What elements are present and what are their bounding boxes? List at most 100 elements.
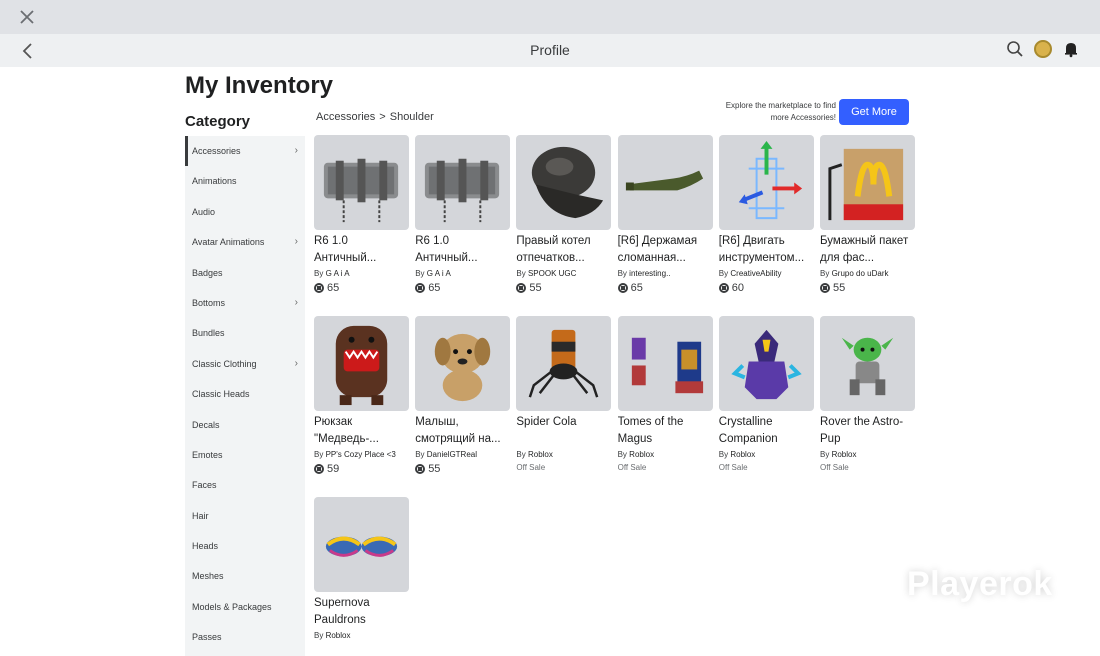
item-card[interactable]: Spider Cola By Roblox Off Sale — [516, 316, 612, 472]
search-icon[interactable] — [1006, 40, 1024, 58]
item-offsale: Off Sale — [516, 463, 546, 472]
bell-icon[interactable] — [1062, 40, 1080, 58]
item-creator-name[interactable]: DanielGTReal — [427, 450, 477, 459]
item-price: 55 — [415, 463, 510, 475]
breadcrumb: Accessories > Shoulder — [316, 111, 434, 123]
item-price-value: 60 — [731, 282, 745, 294]
sidebar-item[interactable]: Meshes — [185, 561, 305, 591]
belt-icon[interactable] — [314, 135, 409, 230]
item-price-value: 59 — [327, 463, 340, 475]
item-price-value: 65 — [428, 282, 441, 294]
item-name[interactable]: [R6] Двигать инструментом... — [719, 233, 814, 266]
item-creator-name[interactable]: Roblox — [326, 631, 351, 640]
category-heading: Category — [185, 113, 251, 130]
sidebar-item-label: Meshes — [192, 571, 224, 582]
item-name[interactable]: Бумажный пакет для фас... — [820, 233, 915, 266]
item-card[interactable]: [R6] Двигать инструментом... By CreativeA… — [718, 135, 814, 294]
item-name[interactable]: Crystalline Companion — [719, 414, 814, 447]
move-tool-icon[interactable] — [718, 135, 814, 230]
sidebar-item[interactable]: Faces — [185, 470, 305, 500]
bottle-icon[interactable] — [617, 135, 713, 230]
item-creator-name[interactable]: Roblox — [629, 450, 654, 459]
astro-pup-icon[interactable] — [820, 316, 915, 411]
puppy-icon[interactable] — [415, 316, 511, 411]
item-name[interactable]: [R6] Держамая сломанная... — [618, 233, 713, 266]
item-card[interactable]: Supernova Pauldrons By Roblox — [314, 497, 409, 640]
breadcrumb-separator-icon: > — [379, 111, 386, 123]
sidebar-item[interactable]: Classic Clothing › — [185, 349, 305, 379]
item-price-value: 55 — [529, 282, 542, 294]
pauldron-icon[interactable] — [516, 135, 612, 230]
sidebar-item[interactable]: Passes — [185, 622, 305, 652]
item-creator-name[interactable]: PP's Cozy Place <3 — [326, 450, 396, 459]
item-card[interactable]: Рюкзак "Медведь-... By PP's Cozy Place <3… — [314, 316, 409, 475]
item-creator-name[interactable]: CreativeAbility — [730, 269, 781, 278]
item-creator: By G A i A — [314, 269, 409, 278]
sidebar-item[interactable]: Decals — [185, 410, 305, 440]
sidebar-item-label: Classic Clothing — [192, 358, 257, 369]
sidebar-item-label: Bundles — [192, 328, 225, 339]
get-more-button[interactable]: Get More — [839, 99, 909, 125]
sidebar-item[interactable]: Classic Heads — [185, 379, 305, 409]
item-name[interactable]: R6 1.0 Античный... — [415, 233, 510, 266]
item-creator-prefix: By — [718, 269, 729, 278]
sidebar-item[interactable]: Emotes — [185, 440, 305, 470]
item-name[interactable]: R6 1.0 Античный... — [314, 233, 409, 266]
sidebar-item[interactable]: Heads — [185, 531, 305, 561]
item-creator-name[interactable]: Roblox — [832, 450, 857, 459]
item-card[interactable]: Малыш, смотрящий на... By DanielGTReal 55 — [415, 316, 511, 475]
item-creator-name[interactable]: interesting.. — [629, 269, 670, 278]
page-title: My Inventory — [185, 72, 334, 99]
item-card[interactable]: Tomes of the Magus By Roblox Off Sale — [617, 316, 713, 472]
window-top-bar — [0, 0, 1100, 34]
item-creator-name[interactable]: Roblox — [730, 450, 755, 459]
item-card[interactable]: [R6] Держамая сломанная... By interesting… — [617, 135, 713, 294]
sidebar-item-label: Heads — [192, 541, 219, 552]
close-icon[interactable] — [18, 8, 36, 26]
item-creator-prefix: By — [415, 269, 425, 278]
sidebar-item[interactable]: Accessories › — [185, 136, 305, 167]
robux-icon[interactable] — [1034, 40, 1052, 58]
item-creator-name[interactable]: Roblox — [528, 450, 553, 459]
sidebar-item[interactable]: Badges — [185, 258, 305, 288]
item-creator-name[interactable]: G A i A — [326, 269, 350, 278]
item-creator-name[interactable]: Grupo do uDark — [832, 269, 889, 278]
item-card[interactable]: R6 1.0 Античный... By G A i A 65 — [314, 135, 409, 294]
sidebar-item[interactable]: Animations — [185, 166, 305, 196]
item-creator-name[interactable]: G A i A — [427, 269, 451, 278]
item-name[interactable]: Рюкзак "Медведь-... — [314, 414, 409, 447]
item-card[interactable]: Правый котел отпечатков... By SPOOK UGC 55 — [516, 135, 612, 294]
item-card[interactable]: Rover the Astro-Pup By Roblox Off Sale — [820, 316, 915, 472]
sidebar-item[interactable]: Audio — [185, 197, 305, 227]
spider-cola-icon[interactable] — [516, 316, 612, 411]
robux-icon — [415, 464, 426, 474]
item-price: 60 — [718, 282, 814, 294]
item-card[interactable]: Crystalline Companion By Roblox Off Sale — [718, 316, 814, 472]
sidebar-item[interactable]: Bundles — [185, 318, 305, 348]
item-creator-prefix: By — [820, 269, 830, 278]
domo-backpack-icon[interactable] — [314, 316, 409, 411]
item-name[interactable]: Spider Cola — [516, 414, 611, 447]
belt-icon[interactable] — [415, 135, 511, 230]
robux-icon — [314, 464, 324, 474]
sidebar-item-label: Animations — [192, 176, 237, 187]
item-card[interactable]: Бумажный пакет для фас... By Grupo do uDa… — [820, 135, 915, 294]
item-name[interactable]: Малыш, смотрящий на... — [415, 414, 510, 447]
paper-bag-icon[interactable] — [820, 135, 915, 230]
item-creator-prefix: By — [617, 450, 627, 459]
sidebar-item[interactable]: Models & Packages — [185, 592, 305, 622]
supernova-pauldrons-icon[interactable] — [314, 497, 409, 592]
item-creator-name[interactable]: SPOOK UGC — [528, 269, 576, 278]
crystal-companion-icon[interactable] — [718, 316, 814, 411]
item-card[interactable]: R6 1.0 Античный... By G A i A 65 — [415, 135, 511, 294]
breadcrumb-parent[interactable]: Accessories — [316, 111, 375, 123]
robux-icon — [516, 283, 527, 293]
tomes-icon[interactable] — [617, 316, 713, 411]
sidebar-item[interactable]: Bottoms › — [185, 288, 305, 318]
item-name[interactable]: Rover the Astro-Pup — [820, 414, 915, 447]
item-name[interactable]: Supernova Pauldrons — [314, 595, 409, 628]
item-name[interactable]: Правый котел отпечатков... — [516, 233, 611, 266]
sidebar-item[interactable]: Hair — [185, 501, 305, 531]
item-name[interactable]: Tomes of the Magus — [618, 414, 713, 447]
sidebar-item[interactable]: Avatar Animations › — [185, 227, 305, 257]
